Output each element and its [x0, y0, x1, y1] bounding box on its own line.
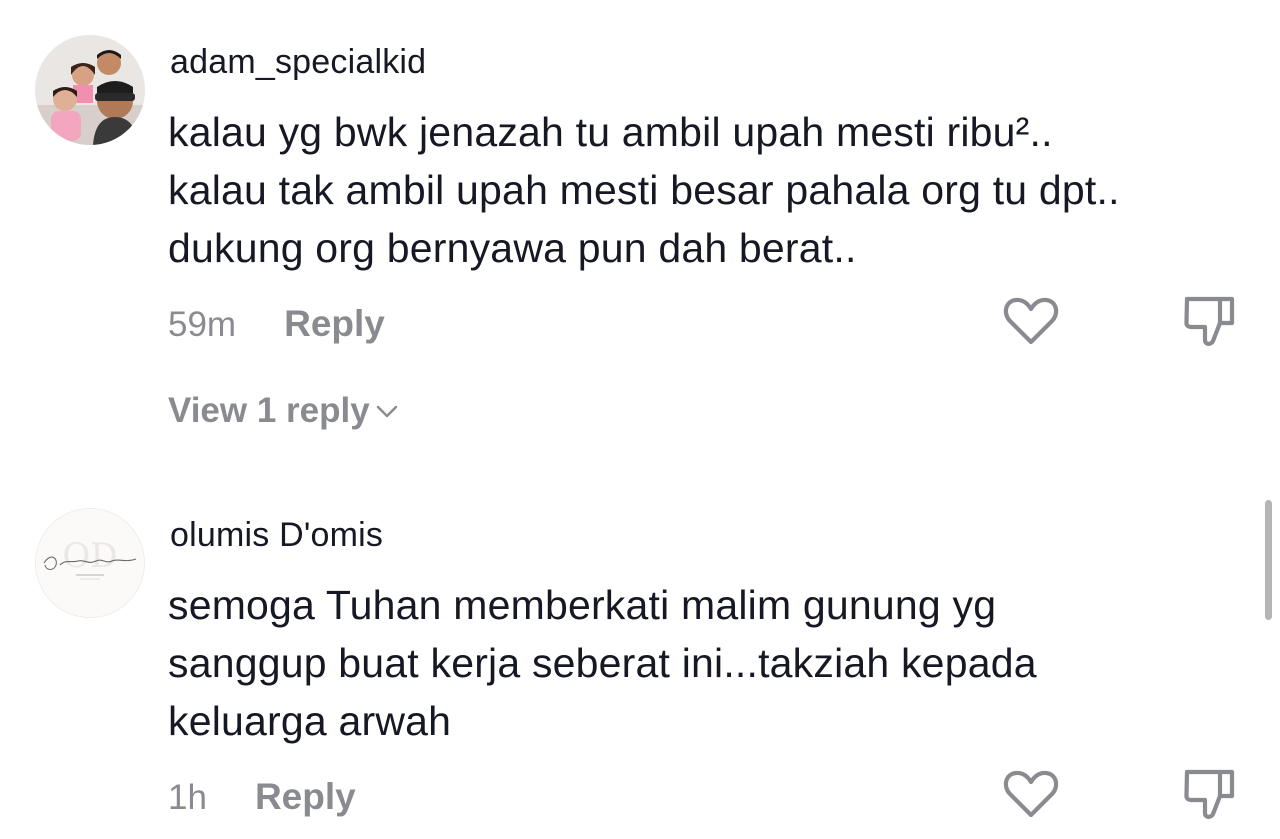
chevron-down-icon — [376, 405, 397, 418]
comment-text: semoga Tuhan memberkati malim gunung yg … — [168, 576, 1248, 750]
view-replies-button[interactable]: View 1 reply — [168, 391, 400, 431]
heart-outline-icon — [1003, 770, 1059, 818]
avatar-photo — [35, 35, 145, 145]
comment-meta: 1h Reply — [168, 776, 356, 818]
comment-item: adam_specialkid kalau yg bwk jenazah tu … — [0, 0, 1280, 460]
comment-meta: 59m Reply — [168, 303, 385, 345]
comment-text-line: kalau yg bwk jenazah tu ambil upah mesti… — [168, 109, 1053, 155]
like-button[interactable] — [1001, 291, 1061, 351]
view-replies-label: View 1 reply — [168, 391, 370, 430]
comment-text-line: keluarga arwah — [168, 698, 452, 744]
svg-text:OD: OD — [62, 536, 117, 576]
thumbs-down-outline-icon — [1184, 296, 1235, 346]
dislike-button[interactable] — [1180, 766, 1240, 826]
avatar-logo: OD — [36, 509, 144, 617]
reply-button[interactable]: Reply — [255, 776, 356, 818]
comment-text: kalau yg bwk jenazah tu ambil upah mesti… — [168, 103, 1248, 277]
avatar[interactable]: OD — [35, 508, 145, 618]
like-button[interactable] — [1001, 764, 1061, 824]
comment-timestamp: 1h — [168, 778, 207, 817]
comment-text-line: kalau tak ambil upah mesti besar pahala … — [168, 167, 1120, 213]
comment-username[interactable]: olumis D'omis — [170, 516, 383, 555]
comment-username[interactable]: adam_specialkid — [170, 43, 426, 82]
avatar[interactable] — [35, 35, 145, 145]
scrollbar[interactable] — [1265, 500, 1272, 620]
reply-button[interactable]: Reply — [284, 303, 385, 345]
comment-timestamp: 59m — [168, 305, 237, 344]
comment-text-line: sanggup buat kerja seberat ini...takziah… — [168, 640, 1037, 686]
dislike-button[interactable] — [1180, 293, 1240, 353]
comment-item: OD olumis D'omis semoga Tuhan memberkati… — [0, 460, 1280, 839]
comment-text-line: semoga Tuhan memberkati malim gunung yg — [168, 582, 997, 628]
heart-outline-icon — [1003, 297, 1059, 345]
thumbs-down-outline-icon — [1184, 769, 1235, 819]
comment-text-line: dukung org bernyawa pun dah berat.. — [168, 225, 857, 271]
